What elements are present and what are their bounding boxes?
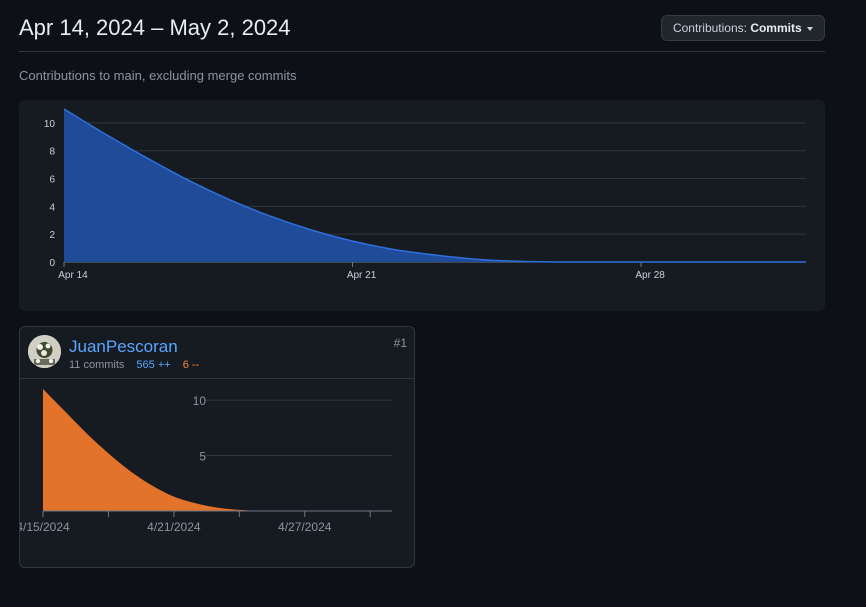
avatar-image (28, 335, 61, 368)
additions-count: 565 ++ (136, 359, 171, 371)
contributor-rank: #1 (393, 336, 407, 350)
y-tick-label: 6 (49, 175, 55, 186)
x-tick-label: Apr 28 (635, 270, 665, 281)
main-contributions-chart: 0 2 4 6 8 10 Apr 14 Apr 21 Apr 28 (19, 100, 825, 311)
y-tick-label: 10 (193, 394, 207, 408)
contributor-card-header: JuanPescoran 11 commits 565 ++ 6 -- #1 (20, 327, 414, 379)
dropdown-value: Commits (750, 21, 802, 35)
caret-down-icon (807, 26, 813, 31)
contributor-chart-svg: 5 10 4/15/2024 4/21/2024 4/27/2024 (20, 389, 392, 534)
commit-count-link[interactable]: 11 commits (69, 359, 124, 371)
y-tick-label: 10 (44, 119, 56, 130)
contributor-card: JuanPescoran 11 commits 565 ++ 6 -- #1 5 10… (19, 326, 415, 568)
main-chart-svg: 0 2 4 6 8 10 Apr 14 Apr 21 Apr 28 (44, 108, 806, 281)
contributor-commits-area (43, 389, 392, 512)
dropdown-prefix: Contributions: (672, 21, 751, 35)
deletions-count: 6 -- (182, 359, 200, 371)
page-header: Apr 14, 2024 – May 2, 2024 Contributions… (19, 0, 825, 52)
y-tick-label: 8 (49, 147, 55, 158)
contributions-subtitle: Contributions to main, excluding merge c… (19, 68, 297, 83)
x-tick-label: Apr 14 (58, 270, 88, 281)
contributor-username-link[interactable]: JuanPescoran (69, 337, 178, 357)
x-tick-label: 4/21/2024 (147, 520, 201, 534)
x-tick-label: Apr 21 (347, 270, 377, 281)
contributor-stats: 11 commits 565 ++ 6 -- (69, 359, 199, 371)
y-tick-label: 5 (199, 450, 206, 464)
y-tick-label: 4 (49, 202, 55, 213)
commits-area (64, 109, 806, 263)
x-tick-label: 4/27/2024 (278, 520, 332, 534)
y-tick-label: 2 (49, 230, 55, 241)
contributions-type-dropdown[interactable]: Contributions: Commits (660, 15, 825, 41)
y-tick-label: 0 (49, 258, 55, 269)
date-range-title: Apr 14, 2024 – May 2, 2024 (19, 15, 291, 40)
x-tick-label: 4/15/2024 (20, 520, 70, 534)
contributor-avatar[interactable] (28, 335, 61, 368)
